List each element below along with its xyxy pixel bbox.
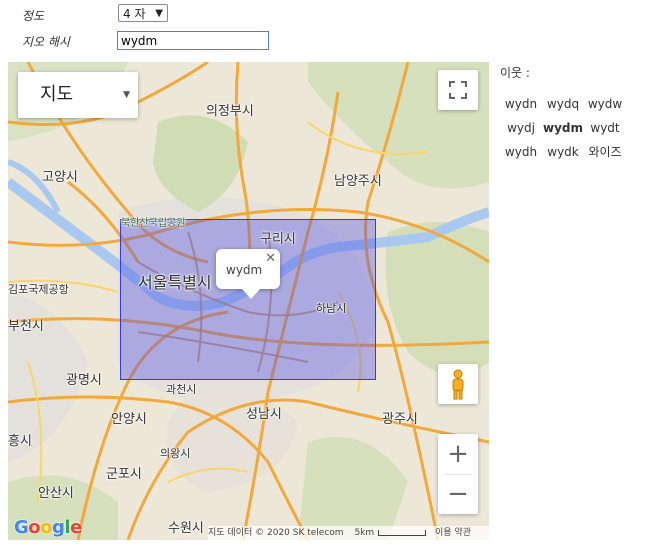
city-label: 부천시 — [8, 319, 44, 334]
city-label: 의정부시 — [206, 104, 254, 119]
geohash-input[interactable] — [117, 31, 269, 50]
city-label: 성남시 — [246, 407, 282, 422]
city-label: 군포시 — [106, 467, 142, 482]
map-view[interactable]: wydm ✕ 의정부시 고양시 남양주시 북한산국립공원 구리시 서울특별시 김… — [8, 62, 489, 540]
info-window-text: wydm — [226, 263, 263, 277]
neighbor-link[interactable]: wydq — [542, 92, 584, 116]
scale-bar — [378, 529, 427, 536]
pegman-icon — [452, 369, 464, 400]
neighbor-link[interactable]: wydt — [584, 116, 626, 140]
dropdown-arrow-icon: ▼ — [155, 8, 163, 19]
current-geohash: wydm — [542, 121, 583, 135]
neighbor-link[interactable]: wydk — [542, 140, 584, 164]
neighbor-link[interactable]: wydh — [500, 140, 542, 164]
city-label: 의왕시 — [160, 447, 191, 460]
neighbors-grid: wydn wydq wydw wydj wydm wydt wydh wydk … — [500, 92, 630, 164]
city-label: 광주시 — [382, 412, 418, 427]
city-label: 안양시 — [111, 412, 147, 427]
info-window: wydm ✕ — [216, 249, 280, 299]
map-type-dropdown[interactable]: 지도 ▼ — [18, 72, 138, 118]
terms-link[interactable]: 이용 약관 — [435, 528, 471, 538]
city-label: 안산시 — [38, 486, 74, 501]
map-type-label: 지도 — [40, 84, 74, 105]
close-icon[interactable]: ✕ — [265, 251, 276, 266]
map-attribution: 지도 데이터 © 2020 SK telecom 5km 이용 약관 — [208, 526, 489, 540]
neighbor-link[interactable]: wydw — [584, 92, 626, 116]
fullscreen-button[interactable] — [438, 70, 478, 110]
neighbor-link[interactable]: wydn — [500, 92, 542, 116]
zoom-control: + − — [438, 434, 478, 514]
scale-label: 5km — [354, 528, 375, 538]
neighbors-row: wydj wydm wydt — [500, 116, 630, 140]
city-label: 고양시 — [42, 170, 78, 185]
city-label: 수원시 — [168, 521, 204, 536]
precision-value: 4 자 — [123, 7, 146, 21]
zoom-out-button[interactable]: − — [438, 474, 478, 514]
city-label: 북한산국립공원 — [121, 218, 186, 229]
neighbors-row: wydh wydk 와이즈 — [500, 140, 630, 164]
dropdown-arrow-icon: ▼ — [123, 90, 130, 100]
info-window-tail — [242, 289, 260, 299]
city-label: 흥시 — [8, 434, 32, 449]
neighbor-link[interactable]: 와이즈 — [584, 140, 626, 164]
fullscreen-icon — [449, 81, 467, 99]
city-label: 과천시 — [166, 383, 197, 396]
google-logo: Google — [14, 517, 82, 538]
city-label: 김포국제공항 — [8, 283, 69, 296]
city-label: 하남시 — [316, 302, 347, 315]
geohash-label: 지오 해시 — [22, 35, 70, 49]
precision-label: 정도 — [22, 9, 45, 23]
city-label: 광명시 — [66, 373, 102, 388]
zoom-in-button[interactable]: + — [438, 434, 478, 474]
precision-select[interactable]: 4 자 ▼ — [118, 4, 168, 22]
city-label: 남양주시 — [334, 174, 382, 189]
neighbor-link[interactable]: wydj — [500, 116, 542, 140]
neighbors-row: wydn wydq wydw — [500, 92, 630, 116]
city-label: 구리시 — [260, 232, 296, 247]
city-label: 서울특별시 — [138, 273, 212, 292]
attribution-text: 지도 데이터 © 2020 SK telecom — [208, 528, 344, 538]
street-view-button[interactable] — [438, 364, 478, 404]
neighbors-title: 이웃 : — [500, 66, 530, 80]
